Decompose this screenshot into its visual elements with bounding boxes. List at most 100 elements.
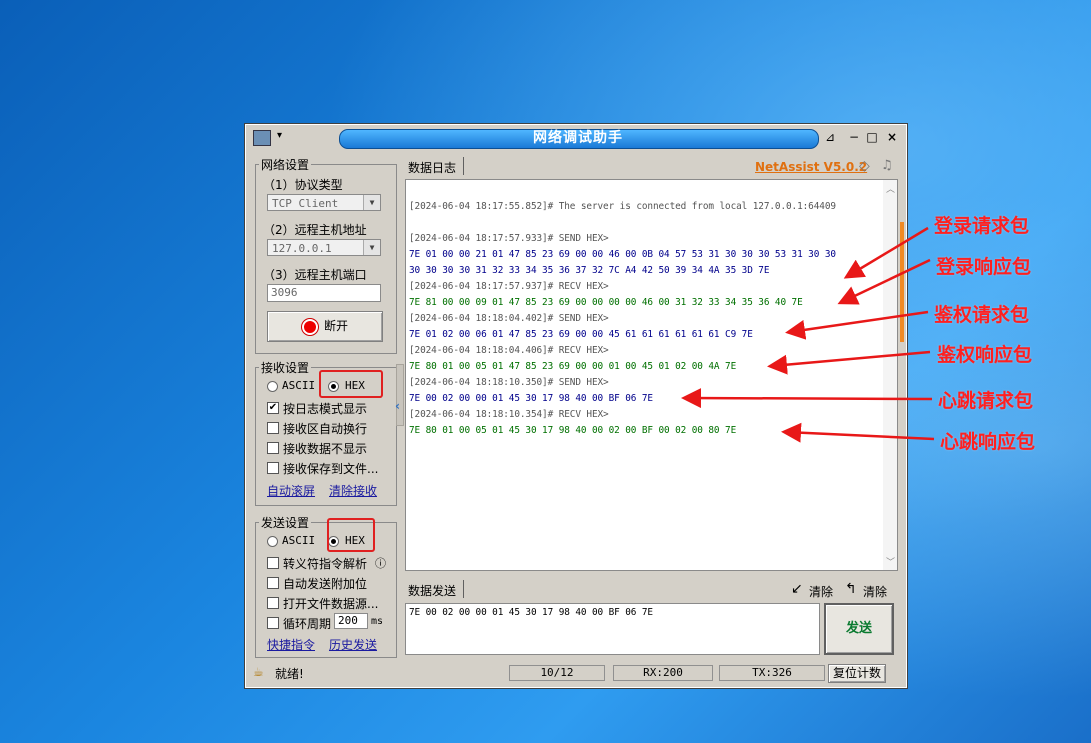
send-hex-highlight [327,518,375,552]
cycle-period-input[interactable]: 200 [334,613,368,629]
recv-option-label-3: 接收保存到文件... [283,462,379,476]
send-option-checkbox-1[interactable] [267,577,279,589]
recv-hex-highlight [319,370,383,398]
send-history-link[interactable]: 历史发送 [329,636,377,653]
close-button[interactable]: × [885,129,899,145]
recv-ascii-radio[interactable] [267,381,278,392]
info-icon[interactable]: ⓘ [375,555,386,571]
data-log-area[interactable]: [2024-06-04 18:17:55.852]# The server is… [405,179,898,571]
log-line: 7E 01 00 00 21 01 47 85 23 69 00 00 46 0… [409,249,836,260]
protocol-value: TCP Client [272,197,339,210]
log-line: 30 30 30 30 31 32 33 34 35 36 37 32 7C A… [409,265,770,276]
annotation-login-request: 登录请求包 [934,215,1030,237]
protocol-select[interactable]: TCP Client ▼ [267,194,381,211]
send-option-checkbox-2[interactable] [267,597,279,609]
window-title: 网络调试助手 [533,130,623,146]
send-option-label-3: 循环周期 [283,617,332,631]
bell-icon[interactable]: ♫ [881,158,893,173]
protocol-label: （1）协议类型 [263,178,343,192]
clear-up-icon[interactable]: ↰ [845,581,857,597]
app-menu-caret-icon[interactable]: ▾ [277,130,282,141]
log-line: [2024-06-04 18:17:55.852]# The server is… [409,201,836,212]
send-ascii-label: ASCII [282,534,316,547]
send-option-label-0: 转义符指令解析 [283,557,368,571]
annotation-login-response: 登录响应包 [936,256,1032,278]
host-label: （2）远程主机地址 [263,223,367,237]
title-bar[interactable]: ▾ 网络调试助手 ⊿ − □ × [247,126,903,150]
app-icon[interactable] [253,130,271,146]
shortcut-command-link[interactable]: 快捷指令 [267,636,315,653]
dropdown-arrow-icon[interactable]: ▼ [363,195,380,210]
status-text: 就绪! [275,667,304,681]
status-icon: ☕ [253,665,264,679]
clear-left-icon[interactable]: ↙ [791,581,803,597]
annotation-heartbeat-response: 心跳响应包 [940,431,1036,453]
recv-option-label-1: 接收区自动换行 [283,422,368,436]
send-option-checkbox-3[interactable] [267,617,279,629]
recv-ascii-label: ASCII [282,379,316,392]
recv-option-checkbox-2[interactable] [267,442,279,454]
side-accent-bar [900,222,904,342]
tab-data-log[interactable]: 数据日志 [408,159,456,176]
send-button[interactable]: 发送 [824,603,894,655]
disconnect-button[interactable]: 断开 [267,311,383,342]
log-line: [2024-06-04 18:18:04.402]# SEND HEX> [409,313,609,324]
clear-button-1[interactable]: 清除 [809,583,833,600]
scroll-down-icon[interactable]: ﹀ [886,555,895,568]
log-line: 7E 80 01 00 05 01 47 85 23 69 00 00 01 0… [409,361,737,372]
packet-counter: 10/12 [509,665,605,681]
cycle-unit: ms [371,616,384,627]
send-ascii-radio[interactable] [267,536,278,547]
tab-separator [463,157,464,175]
recv-option-checkbox-1[interactable] [267,422,279,434]
disconnect-label: 断开 [323,319,348,333]
collapse-arrow-icon[interactable]: ‹ [395,399,400,413]
log-line: [2024-06-04 18:18:04.406]# RECV HEX> [409,345,609,356]
netassist-window: ▾ 网络调试助手 ⊿ − □ × 网络设置 （1）协议类型 TCP Client… [244,123,908,689]
host-select[interactable]: 127.0.0.1 ▼ [267,239,381,256]
log-line: [2024-06-04 18:18:10.354]# RECV HEX> [409,409,609,420]
recv-option-checkbox-0[interactable]: ✔ [267,402,279,414]
send-input-area[interactable]: 7E 00 02 00 00 01 45 30 17 98 40 00 BF 0… [405,603,820,655]
recv-option-label-0: 按日志模式显示 [283,402,368,416]
send-option-checkbox-0[interactable] [267,557,279,569]
minimize-button[interactable]: − [847,129,861,145]
send-settings-title: 发送设置 [259,514,312,531]
log-scrollbar[interactable]: ︿ ﹀ [883,180,897,570]
send-option-label-2: 打开文件数据源... [283,597,379,611]
clear-receive-link[interactable]: 清除接收 [329,482,377,499]
recv-option-checkbox-3[interactable] [267,462,279,474]
port-input[interactable]: 3096 [267,284,381,302]
clear-button-2[interactable]: 清除 [863,583,887,600]
network-settings-title: 网络设置 [259,156,312,173]
tab-separator [463,580,464,598]
log-line: [2024-06-04 18:17:57.937]# RECV HEX> [409,281,609,292]
diamond-icon[interactable]: ◇ [859,158,870,174]
tab-data-send[interactable]: 数据发送 [408,582,456,599]
scroll-up-icon[interactable]: ︿ [886,182,895,195]
send-content: 7E 00 02 00 00 01 45 30 17 98 40 00 BF 0… [409,607,653,618]
annotation-auth-response: 鉴权响应包 [937,344,1033,366]
reset-counter-button[interactable]: 复位计数 [828,664,886,683]
log-line: [2024-06-04 18:17:57.933]# SEND HEX> [409,233,609,244]
log-line: [2024-06-04 18:18:10.350]# SEND HEX> [409,377,609,388]
maximize-button[interactable]: □ [865,129,879,145]
autoscroll-link[interactable]: 自动滚屏 [267,482,315,499]
receive-settings-title: 接收设置 [259,359,312,376]
log-line: 7E 01 02 00 06 01 47 85 23 69 00 00 45 6… [409,329,753,340]
connection-status-icon [301,318,318,335]
host-value: 127.0.0.1 [272,242,332,255]
log-line: 7E 80 01 00 05 01 45 30 17 98 40 00 02 0… [409,425,737,436]
log-line: 7E 81 00 00 09 01 47 85 23 69 00 00 00 0… [409,297,803,308]
rx-counter: RX:200 [613,665,713,681]
pin-icon[interactable]: ⊿ [823,129,837,145]
tx-counter: TX:326 [719,665,825,681]
panel-splitter[interactable] [396,364,404,426]
brand-version-link[interactable]: NetAssist V5.0.2 [755,160,867,174]
annotation-auth-request: 鉴权请求包 [934,304,1030,326]
dropdown-arrow-icon[interactable]: ▼ [363,240,380,255]
annotation-heartbeat-request: 心跳请求包 [938,390,1034,412]
port-label: （3）远程主机端口 [263,268,367,282]
send-option-label-1: 自动发送附加位 [283,577,368,591]
recv-option-label-2: 接收数据不显示 [283,442,368,456]
